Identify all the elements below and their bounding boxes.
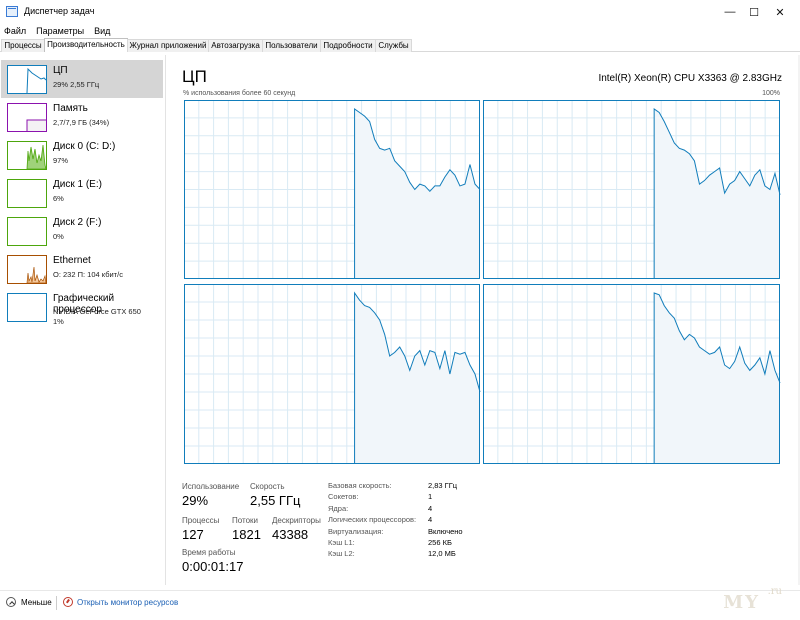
cpu-detail-panel: ЦП Intel(R) Xeon(R) CPU X3363 @ 2.83GHz … (166, 55, 800, 585)
processes-value: 127 (182, 527, 204, 542)
spec-label: Логических процессоров: (328, 515, 417, 524)
disk-0-thumbnail-graph (7, 141, 47, 170)
tab-startup[interactable]: Автозагрузка (208, 39, 263, 52)
close-button[interactable]: ✕ (757, 0, 800, 24)
menu-view[interactable]: Вид (90, 24, 116, 38)
spec-value: Включено (428, 527, 463, 536)
processes-label: Процессы (182, 516, 220, 525)
sidebar-item-detail: О: 232 П: 104 кбит/с (53, 270, 123, 279)
tab-bar: Процессы Производительность Журнал прило… (0, 38, 800, 52)
cpu-core-graph (184, 284, 481, 464)
cpu-core-graph (483, 284, 781, 464)
tab-processes[interactable]: Процессы (1, 39, 45, 52)
sidebar-item-label: Ethernet (53, 255, 91, 266)
tab-app-history[interactable]: Журнал приложений (127, 39, 209, 52)
handles-value: 43388 (272, 527, 309, 542)
spec-label: Кэш L2: (328, 549, 355, 558)
tab-details[interactable]: Подробности (320, 39, 376, 52)
open-resource-monitor-label: Открыть монитор ресурсов (77, 597, 179, 607)
sidebar-item-label: ЦП (53, 65, 68, 76)
spec-value: 2,83 ГГц (428, 481, 458, 490)
sidebar-item-detail-usage: 1% (53, 317, 64, 326)
spec-label: Сокетов: (328, 492, 359, 501)
sidebar-item-detail: 2,7/7,9 ГБ (34%) (53, 118, 110, 127)
speed-label: Скорость (250, 482, 285, 491)
footer-bar: Меньше Открыть монитор ресурсов (0, 590, 800, 620)
sidebar-item-ethernet[interactable]: Ethernet О: 232 П: 104 кбит/с (1, 250, 163, 288)
menu-file[interactable]: Файл (0, 24, 32, 38)
spec-value: 12,0 МБ (428, 549, 456, 558)
footer-divider (56, 596, 57, 610)
sidebar-item-detail: 0% (53, 232, 64, 241)
sidebar-item-detail: 29% 2,55 ГГц (53, 80, 100, 89)
spec-label: Базовая скорость: (328, 481, 392, 490)
sidebar-item-memory[interactable]: Память 2,7/7,9 ГБ (34%) (1, 98, 163, 136)
watermark-logo: MY (723, 592, 760, 613)
spec-label: Ядра: (328, 504, 349, 513)
disk-1-thumbnail-graph (7, 179, 47, 208)
open-resource-monitor-link[interactable]: Открыть монитор ресурсов (63, 597, 178, 607)
speed-value: 2,55 ГГц (250, 493, 301, 508)
memory-thumbnail-graph (7, 103, 47, 132)
usage-label: Использование (182, 482, 240, 491)
usage-value: 29% (182, 493, 209, 508)
cpu-core-graph (483, 100, 781, 279)
menu-bar: Файл Параметры Вид (0, 24, 800, 38)
threads-label: Потоки (232, 516, 259, 525)
ethernet-thumbnail-graph (7, 255, 47, 284)
sidebar-item-label: Диск 1 (E:) (53, 179, 102, 190)
sidebar-item-label: Диск 0 (C: D:) (53, 141, 116, 152)
sidebar-item-disk-1[interactable]: Диск 1 (E:) 6% (1, 174, 163, 212)
spec-label: Кэш L1: (328, 538, 355, 547)
menu-options[interactable]: Параметры (32, 24, 90, 38)
uptime-value: 0:00:01:17 (182, 559, 244, 574)
sidebar-item-cpu[interactable]: ЦП 29% 2,55 ГГц (1, 60, 163, 98)
resource-monitor-icon (63, 597, 73, 607)
tab-services[interactable]: Службы (375, 39, 412, 52)
fewer-details-label: Меньше (21, 597, 52, 607)
cpu-thumbnail-graph (7, 65, 47, 94)
sidebar-item-label: Диск 2 (F:) (53, 217, 102, 228)
sidebar-item-detail: 97% (53, 156, 69, 165)
gpu-thumbnail-graph (7, 293, 47, 322)
sidebar-item-detail: NVIDIA GeForce GTX 650 (53, 307, 141, 316)
sidebar-item-disk-2[interactable]: Диск 2 (F:) 0% (1, 212, 163, 250)
disk-2-thumbnail-graph (7, 217, 47, 246)
tab-performance[interactable]: Производительность (44, 38, 128, 52)
cpu-core-graph (184, 100, 481, 279)
spec-value: 1 (428, 492, 433, 501)
tab-users[interactable]: Пользователи (262, 39, 321, 52)
fewer-details-button[interactable]: Меньше (6, 597, 52, 607)
cpu-core-graphs (184, 100, 781, 464)
task-manager-icon (6, 6, 18, 17)
spec-label: Виртуализация: (328, 527, 384, 536)
title-bar: Диспетчер задач — ☐ ✕ (0, 0, 800, 24)
sidebar-item-gpu[interactable]: Графический процессор NVIDIA GeForce GTX… (1, 288, 163, 332)
sidebar-item-label: Память (53, 103, 88, 114)
threads-value: 1821 (232, 527, 261, 542)
uptime-label: Время работы (182, 548, 236, 557)
spec-value: 4 (428, 515, 433, 524)
resource-sidebar: ЦП 29% 2,55 ГГц Память 2,7/7,9 ГБ (34%) … (0, 55, 166, 585)
watermark-domain: .ru (767, 586, 782, 597)
chevron-up-icon (6, 597, 16, 607)
window-title: Диспетчер задач (24, 6, 95, 16)
spec-value: 256 КБ (428, 538, 452, 547)
spec-value: 4 (428, 504, 433, 513)
sidebar-item-disk-0[interactable]: Диск 0 (C: D:) 97% (1, 136, 163, 174)
sidebar-item-detail: 6% (53, 194, 64, 203)
handles-label: Дескрипторы (272, 516, 321, 525)
